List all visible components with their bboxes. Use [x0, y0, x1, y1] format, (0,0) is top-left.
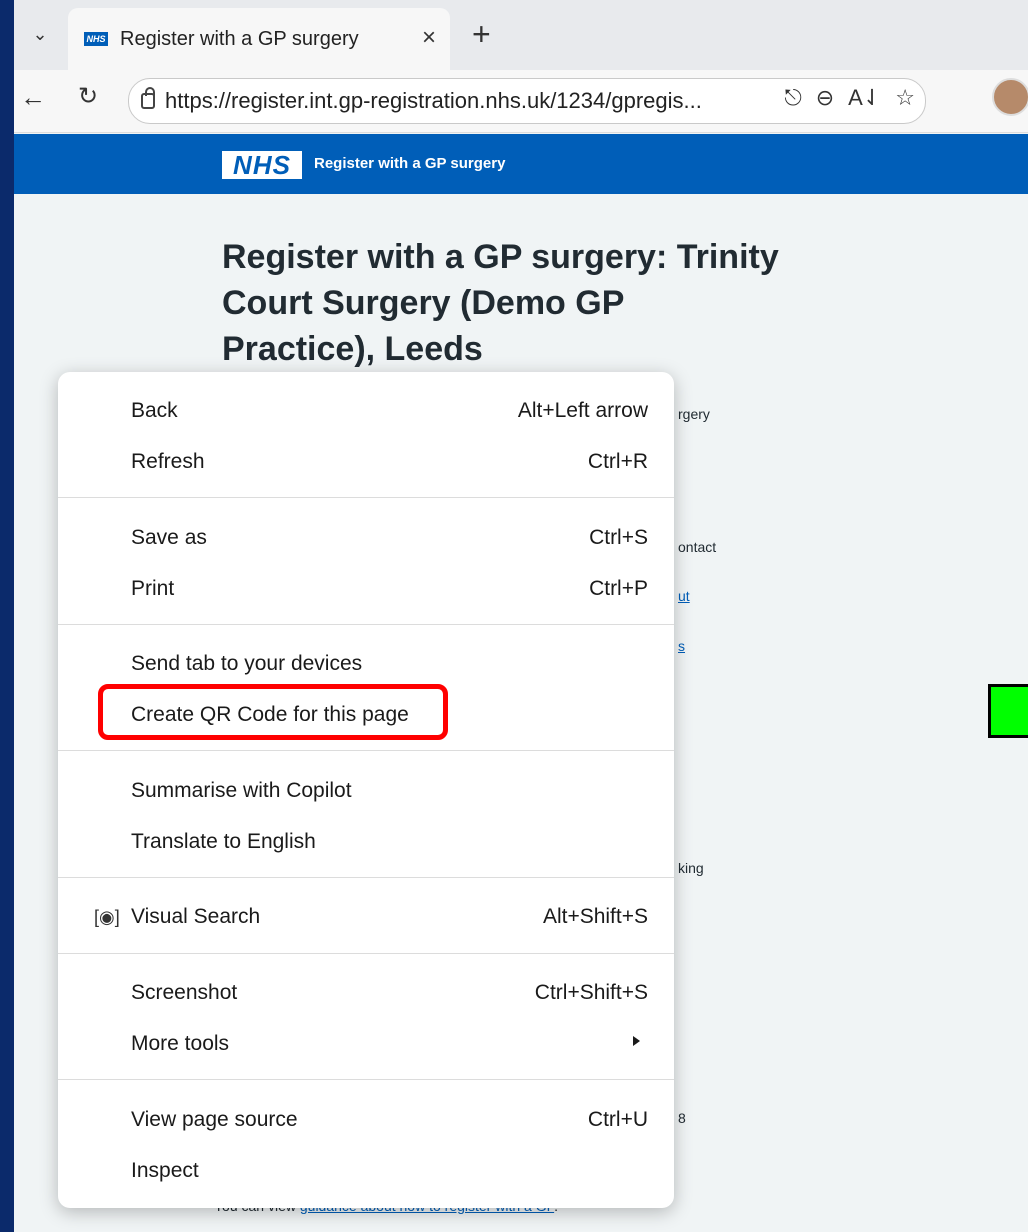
- chevron-down-icon: ⌄: [32, 23, 48, 44]
- submenu-arrow-icon: [633, 1036, 640, 1046]
- menu-separator: [58, 1079, 674, 1080]
- nhs-header: NHS Register with a GP surgery: [14, 134, 1028, 194]
- refresh-icon[interactable]: ↻: [78, 82, 98, 111]
- visual-search-icon: [◉]: [94, 907, 120, 927]
- menu-item-visual-search[interactable]: [◉] Visual Search Alt+Shift+S: [58, 893, 674, 943]
- menu-item-print[interactable]: Print Ctrl+P: [58, 565, 674, 615]
- red-highlight-box: [98, 684, 448, 740]
- menu-item-inspect[interactable]: Inspect: [58, 1147, 674, 1197]
- menu-separator: [58, 624, 674, 625]
- menu-item-summarise-copilot[interactable]: Summarise with Copilot: [58, 767, 674, 817]
- menu-item-send-tab[interactable]: Send tab to your devices: [58, 640, 674, 690]
- background-text: king: [678, 860, 704, 876]
- background-link[interactable]: ut: [678, 588, 690, 604]
- menu-item-refresh[interactable]: Refresh Ctrl+R: [58, 438, 674, 488]
- info-lock-icon[interactable]: [141, 87, 155, 109]
- tab-active[interactable]: NHS Register with a GP surgery ×: [68, 8, 450, 70]
- context-menu: Back Alt+Left arrow Refresh Ctrl+R Save …: [58, 372, 674, 1208]
- menu-separator: [58, 497, 674, 498]
- menu-separator: [58, 750, 674, 751]
- browser-window: ⌄ NHS Register with a GP surgery × + ← ↻…: [14, 0, 1028, 1232]
- menu-separator: [58, 953, 674, 954]
- menu-item-back[interactable]: Back Alt+Left arrow: [58, 387, 674, 437]
- back-arrow-icon[interactable]: ←: [20, 82, 46, 113]
- zoom-out-icon[interactable]: ⊖: [816, 85, 834, 111]
- tab-strip: ⌄ NHS Register with a GP surgery × +: [14, 0, 1028, 70]
- close-icon[interactable]: ×: [422, 24, 436, 52]
- favorite-star-icon[interactable]: ☆: [895, 85, 915, 111]
- menu-item-screenshot[interactable]: Screenshot Ctrl+Shift+S: [58, 969, 674, 1019]
- address-bar-actions: ⎋ ⊖ A⇃ ☆: [784, 85, 915, 111]
- menu-item-save-as[interactable]: Save as Ctrl+S: [58, 514, 674, 564]
- tab-title: Register with a GP surgery: [120, 27, 359, 50]
- avatar[interactable]: [992, 78, 1028, 116]
- app-available-icon[interactable]: ⎋: [784, 85, 801, 111]
- address-bar[interactable]: https://register.int.gp-registration.nhs…: [128, 78, 926, 124]
- background-text: rgery: [678, 406, 710, 422]
- background-text: ontact: [678, 539, 717, 555]
- menu-separator: [58, 877, 674, 878]
- background-text: 8: [678, 1110, 686, 1126]
- nhs-favicon-icon: NHS: [84, 32, 108, 46]
- background-link[interactable]: s: [678, 638, 685, 654]
- menu-item-more-tools[interactable]: More tools: [58, 1020, 674, 1070]
- green-marker: [988, 684, 1028, 738]
- read-aloud-icon[interactable]: A⇃: [848, 85, 881, 111]
- menu-item-view-source[interactable]: View page source Ctrl+U: [58, 1096, 674, 1146]
- toolbar: ← ↻ https://register.int.gp-registration…: [14, 70, 1028, 179]
- new-tab-button[interactable]: +: [472, 14, 491, 54]
- tab-actions-button[interactable]: ⌄: [16, 12, 64, 56]
- nhs-logo[interactable]: NHS: [222, 150, 302, 180]
- page-title: Register with a GP surgery: Trinity Cour…: [222, 238, 779, 368]
- address-url[interactable]: https://register.int.gp-registration.nhs…: [165, 88, 702, 114]
- menu-item-translate[interactable]: Translate to English: [58, 818, 674, 868]
- service-name-link[interactable]: Register with a GP surgery: [314, 155, 505, 172]
